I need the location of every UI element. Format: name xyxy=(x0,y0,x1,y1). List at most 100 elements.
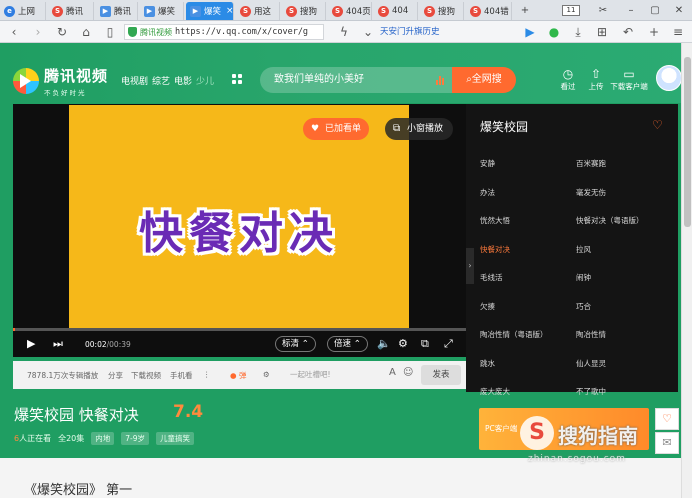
browser-tab[interactable]: S 搜狗 xyxy=(420,2,464,20)
play-icon[interactable]: ▶ xyxy=(27,336,35,352)
browser-tab[interactable]: S 腾讯 xyxy=(48,2,94,20)
volume-icon[interactable]: 🔈 xyxy=(377,336,391,352)
watermark-text: 搜狗指南 xyxy=(558,424,638,448)
episode-item[interactable]: 废大废大 xyxy=(480,386,510,397)
episode-item[interactable]: 办法 xyxy=(480,187,495,198)
episode-item[interactable]: 快餐对决 xyxy=(480,244,510,255)
episode-item[interactable]: 毛线活 xyxy=(480,272,503,283)
episode-item[interactable]: 仙人显灵 xyxy=(576,358,606,369)
back-icon[interactable]: ‹ xyxy=(6,24,22,40)
reload-icon[interactable]: ↻ xyxy=(54,24,70,40)
collapse-playlist-handle[interactable]: › xyxy=(466,248,474,284)
comment-float-button[interactable]: ✉ xyxy=(655,432,679,454)
search-input[interactable]: 致我们单纯的小美好 xyxy=(260,67,452,93)
dropdown-chevron-icon[interactable]: ⌄ xyxy=(360,24,376,40)
episode-item[interactable]: 安静 xyxy=(480,158,495,169)
reader-icon[interactable]: ▯ xyxy=(102,24,118,40)
hot-search-link[interactable]: 天安门升旗历史 xyxy=(380,25,440,37)
mobile-watch-link[interactable]: 手机看 xyxy=(170,370,193,381)
nav-kids[interactable]: 少儿 xyxy=(196,74,214,87)
browser-tab[interactable]: ▶ 腾讯 xyxy=(96,2,138,20)
video-frame-title: 快餐对决 xyxy=(139,208,339,259)
url-text: https://v.qq.com/x/cover/g xyxy=(175,27,309,37)
episode-playlist: 爆笑校园 ♡ 安静 百米赛跑 办法 毫发无伤 恍然大悟 快餐对决（粤语版） 快餐对决 拉风 毛线… xyxy=(466,104,678,396)
download-icon[interactable]: ⤓ xyxy=(570,24,586,40)
nav-movie[interactable]: 电影 xyxy=(174,74,192,87)
history-button[interactable]: ◷ 看过 xyxy=(553,67,583,92)
tencent-video-logo[interactable]: 腾讯视频 不负好时光 xyxy=(13,65,108,97)
episode-item[interactable]: 不了歌中 xyxy=(576,386,606,397)
minimize-icon[interactable]: – xyxy=(622,3,640,18)
grid-apps-icon[interactable]: ⊞ xyxy=(594,24,610,40)
settings-gear-icon[interactable]: ⚙ xyxy=(398,336,408,352)
heart-float-button[interactable]: ♡ xyxy=(655,408,679,430)
download-client-button[interactable]: ▭ 下载客户端 xyxy=(607,67,651,92)
episode-item[interactable]: 陶冶性情 xyxy=(576,329,606,340)
browser-tab[interactable]: S 搜狗 xyxy=(282,2,326,20)
browser-tab[interactable]: S 404错 xyxy=(466,2,512,20)
browser-tab[interactable]: e 上网 xyxy=(0,2,46,20)
episode-item[interactable]: 巧合 xyxy=(576,301,591,312)
menu-icon[interactable]: ≡ xyxy=(670,24,686,40)
send-danmu-button[interactable]: 发表 xyxy=(421,365,461,385)
danmu-settings-icon[interactable]: ⚙ xyxy=(263,370,270,379)
close-window-icon[interactable]: ✕ xyxy=(670,3,688,18)
episode-item[interactable]: 欠揍 xyxy=(480,301,495,312)
browser-tab[interactable]: S 404 xyxy=(374,2,418,20)
maximize-icon[interactable]: ▢ xyxy=(646,3,664,18)
scrollbar[interactable] xyxy=(681,43,692,498)
episode-item[interactable]: 快餐对决（粤语版） xyxy=(576,215,644,226)
quality-select[interactable]: 标清 ⌃ xyxy=(275,336,316,352)
lightning-icon[interactable]: ϟ xyxy=(336,24,352,40)
nav-tv[interactable]: 电视剧 xyxy=(121,74,148,87)
add-to-watchlist-button[interactable]: 已加看单 xyxy=(303,118,370,140)
forward-icon[interactable]: › xyxy=(30,24,46,40)
player-controls: ▶ ⏭ 00:02/00:39 标清 ⌃ 倍速 ⌃ 🔈 ⚙ ⧉ ⤢ xyxy=(13,331,466,357)
favorite-heart-icon[interactable]: ♡ xyxy=(652,118,663,132)
add-icon[interactable]: + xyxy=(646,24,662,40)
episode-item[interactable]: 跳水 xyxy=(480,358,495,369)
widescreen-icon[interactable]: ⧉ xyxy=(421,336,429,352)
browser-tab[interactable]: ▶ 爆笑 xyxy=(140,2,184,20)
undo-icon[interactable]: ↶ xyxy=(620,24,636,40)
tab-counter[interactable]: 11 xyxy=(562,5,580,16)
address-input[interactable]: 腾讯视频 https://v.qq.com/x/cover/g xyxy=(124,24,324,40)
episode-item[interactable]: 拉风 xyxy=(576,244,591,255)
close-icon[interactable]: × xyxy=(226,6,233,16)
episode-item[interactable]: 毫发无伤 xyxy=(576,187,606,198)
episode-item[interactable]: 百米赛跑 xyxy=(576,158,606,169)
scrollbar-thumb[interactable] xyxy=(684,57,691,227)
fullscreen-icon[interactable]: ⤢ xyxy=(444,336,453,352)
danmu-input[interactable]: 一起吐槽吧! xyxy=(286,366,396,384)
scissors-icon[interactable]: ✂ xyxy=(594,3,612,18)
tag-age[interactable]: 7-9岁 xyxy=(121,432,150,445)
tag-region[interactable]: 内地 xyxy=(91,432,115,445)
avatar[interactable] xyxy=(656,65,682,91)
episode-item[interactable]: 恍然大悟 xyxy=(480,215,510,226)
video-player[interactable]: 快餐对决 已加看单 小窗播放 ▶ ⏭ 00:02/00:39 标清 ⌃ 倍速 ⌃… xyxy=(13,104,466,357)
share-link[interactable]: 分享 xyxy=(108,370,123,381)
tag-genre[interactable]: 儿童搞笑 xyxy=(156,432,195,445)
wechat-icon[interactable]: ● xyxy=(546,24,562,40)
next-episode-icon[interactable]: ⏭ xyxy=(53,336,63,352)
nav-variety[interactable]: 综艺 xyxy=(152,74,170,87)
browser-tab-active[interactable]: ▶ 爆笑 × xyxy=(186,2,234,20)
episode-total: 全20集 xyxy=(58,434,85,443)
monitor-icon: ▭ xyxy=(623,67,635,81)
mini-window-button[interactable]: 小窗播放 xyxy=(385,118,454,140)
home-icon[interactable]: ⌂ xyxy=(78,24,94,40)
text-style-icon[interactable]: A xyxy=(389,367,396,378)
more-icon[interactable]: ⋮ xyxy=(203,370,211,379)
play-extension-icon[interactable]: ▶ xyxy=(522,24,538,40)
download-video-link[interactable]: 下载视频 xyxy=(131,370,161,381)
browser-tab[interactable]: S 用这 xyxy=(236,2,280,20)
browser-tab[interactable]: S 404页 xyxy=(328,2,372,20)
search-button[interactable]: ⌕全网搜 xyxy=(452,67,516,93)
episode-item[interactable]: 闹钟 xyxy=(576,272,591,283)
emoji-icon[interactable]: ☺ xyxy=(403,367,413,378)
episode-item[interactable]: 陶冶性情（粤语版） xyxy=(480,329,548,340)
more-channels-icon[interactable] xyxy=(232,74,242,84)
new-tab-button[interactable]: + xyxy=(516,3,534,18)
danmu-toggle[interactable]: ● 弹 xyxy=(230,370,246,381)
speed-select[interactable]: 倍速 ⌃ xyxy=(327,336,368,352)
